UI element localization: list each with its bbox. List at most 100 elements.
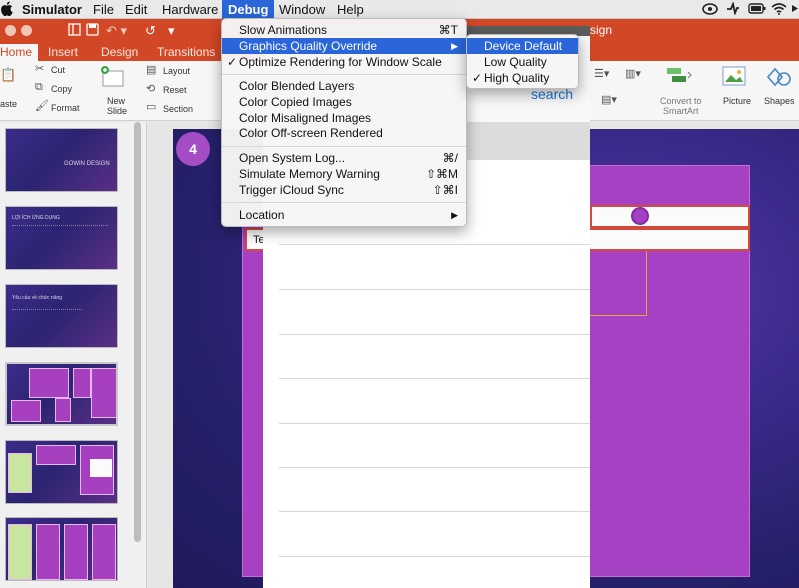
bullets-icon[interactable]: ☰▾ xyxy=(594,67,609,80)
menu-item-open-system-log[interactable]: Open System Log... ⌘/ xyxy=(222,150,466,166)
tab-transitions[interactable]: Transitions xyxy=(157,44,215,61)
paste-icon[interactable]: 📋 xyxy=(0,67,16,83)
table-row-separator xyxy=(279,289,590,290)
submenu-item-low-quality[interactable]: Low Quality xyxy=(467,54,578,70)
wifi-icon[interactable] xyxy=(771,2,787,17)
scissors-icon[interactable]: ✂ xyxy=(35,62,44,75)
thumbnail-shape xyxy=(11,400,41,422)
redo-icon[interactable]: ↺ xyxy=(145,23,156,39)
menu-hardware[interactable]: Hardware xyxy=(162,0,218,19)
arrow-icon[interactable] xyxy=(792,2,799,17)
menu-item-color-blended-layers[interactable]: Color Blended Layers xyxy=(222,78,466,94)
section-button[interactable]: Section xyxy=(163,104,193,114)
checkmark-icon: ✓ xyxy=(472,71,483,85)
menu-item-optimize-rendering[interactable]: ✓ Optimize Rendering for Window Scale xyxy=(222,54,466,70)
slide-thumbnail-5[interactable] xyxy=(5,440,118,504)
battery-icon[interactable] xyxy=(748,2,766,17)
menu-item-graphics-quality-override[interactable]: Graphics Quality Override ▶ xyxy=(222,38,466,54)
menu-item-slow-animations[interactable]: Slow Animations ⌘T xyxy=(222,22,466,38)
reset-icon[interactable]: ⟲ xyxy=(146,82,155,95)
thumbnail-shape xyxy=(90,459,112,477)
menu-item-trigger-icloud-sync[interactable]: Trigger iCloud Sync ⇧⌘I xyxy=(222,182,466,198)
tab-insert[interactable]: Insert xyxy=(48,44,78,61)
creative-cloud-icon[interactable] xyxy=(702,2,718,17)
minimize-window-button[interactable] xyxy=(21,25,32,36)
shapes-icon[interactable] xyxy=(764,66,792,91)
apple-icon[interactable] xyxy=(1,1,13,17)
table-row-separator xyxy=(279,378,590,379)
slide-thumbnail-4[interactable] xyxy=(5,362,118,426)
save-icon[interactable] xyxy=(86,23,99,40)
slide-thumbnail-3[interactable]: Yêu cầu về chức năng xyxy=(5,284,118,348)
layout-button[interactable]: Layout xyxy=(163,66,190,76)
new-slide-label-2[interactable]: Slide xyxy=(107,106,127,116)
slide-connector-line xyxy=(590,315,647,316)
copy-button[interactable]: Copy xyxy=(51,84,72,94)
format-painter-icon[interactable]: 🖌 xyxy=(35,99,49,112)
menu-simulator[interactable]: Simulator xyxy=(22,0,82,19)
menu-window[interactable]: Window xyxy=(279,0,325,19)
section-icon[interactable]: ▭ xyxy=(146,100,156,113)
reset-button[interactable]: Reset xyxy=(163,85,187,95)
menu-item-color-offscreen-rendered[interactable]: Color Off-screen Rendered xyxy=(222,125,466,141)
table-row-separator xyxy=(279,556,590,557)
slide-connector-dot[interactable] xyxy=(631,207,649,225)
customize-toolbar-icon[interactable]: ▾ xyxy=(168,23,175,39)
table-row-separator xyxy=(279,423,590,424)
menu-debug[interactable]: Debug xyxy=(222,0,275,19)
text-direction-icon[interactable]: ▤▾ xyxy=(601,93,617,106)
thumbnail-shape xyxy=(8,453,32,493)
layout-icon[interactable]: ▤ xyxy=(146,63,156,76)
thumbnail-title: Yêu cầu về chức năng xyxy=(12,295,63,301)
menu-item-simulate-memory-warning[interactable]: Simulate Memory Warning ⇧⌘M xyxy=(222,166,466,182)
picture-button[interactable]: Picture xyxy=(723,96,751,106)
tab-home[interactable]: Home xyxy=(0,44,39,61)
convert-smartart-label-2[interactable]: SmartArt xyxy=(663,106,699,116)
new-slide-icon[interactable] xyxy=(100,65,126,92)
smartart-icon[interactable] xyxy=(666,66,692,87)
thumbnail-shape xyxy=(36,524,60,580)
menu-separator xyxy=(222,146,466,147)
picture-icon[interactable] xyxy=(722,66,748,91)
convert-smartart-label-1[interactable]: Convert to xyxy=(660,96,702,106)
paste-button-label[interactable]: aste xyxy=(0,99,17,109)
submenu-item-high-quality[interactable]: ✓ High Quality xyxy=(467,70,578,86)
undo-icon[interactable]: ↶ ▾ xyxy=(106,23,127,39)
sidebar-icon[interactable] xyxy=(68,23,81,40)
thumbnails-scrollbar[interactable] xyxy=(134,122,141,542)
shapes-button[interactable]: Shapes xyxy=(764,96,795,106)
table-row-separator xyxy=(279,334,590,335)
new-slide-label-1[interactable]: New xyxy=(107,96,125,106)
tab-design[interactable]: Design xyxy=(101,44,138,61)
menu-bar: Simulator File Edit Hardware Debug Windo… xyxy=(0,0,799,19)
copy-icon[interactable]: ⧉ xyxy=(35,81,43,94)
menu-separator xyxy=(222,202,466,203)
format-painter-button[interactable]: Format xyxy=(51,103,80,113)
menu-item-color-misaligned-images[interactable]: Color Misaligned Images xyxy=(222,110,466,126)
submenu-item-device-default[interactable]: Device Default xyxy=(467,38,578,54)
cut-button[interactable]: Cut xyxy=(51,65,65,75)
slide-thumbnail-1[interactable]: GOWIN DESIGN xyxy=(5,128,118,192)
thumbnail-text-lines xyxy=(12,309,82,323)
close-window-button[interactable] xyxy=(5,25,16,36)
slide-connector-line xyxy=(646,251,647,315)
slide-thumbnail-2[interactable]: LỢI ÍCH ỨNG DỤNG xyxy=(5,206,118,270)
thumbnail-shape xyxy=(92,524,116,580)
columns-icon[interactable]: ▥▾ xyxy=(625,67,641,80)
thumbnail-shape xyxy=(73,368,91,398)
sync-icon[interactable] xyxy=(726,0,740,17)
thumbnail-text-lines xyxy=(12,225,108,265)
menu-item-color-copied-images[interactable]: Color Copied Images xyxy=(222,94,466,110)
slide-number-badge: 4 xyxy=(176,132,210,166)
menu-edit[interactable]: Edit xyxy=(125,0,147,19)
menu-file[interactable]: File xyxy=(93,0,114,19)
thumbnail-title: GOWIN DESIGN xyxy=(64,161,110,167)
menu-item-location[interactable]: Location ▶ xyxy=(222,207,466,223)
slide-thumbnail-6[interactable] xyxy=(5,517,118,581)
thumbnail-shape xyxy=(91,368,116,418)
window-title: sign xyxy=(590,23,613,37)
thumbnail-shape xyxy=(29,368,69,398)
slide-table-row[interactable] xyxy=(590,205,750,228)
thumbnail-shape xyxy=(36,445,76,465)
menu-help[interactable]: Help xyxy=(337,0,364,19)
